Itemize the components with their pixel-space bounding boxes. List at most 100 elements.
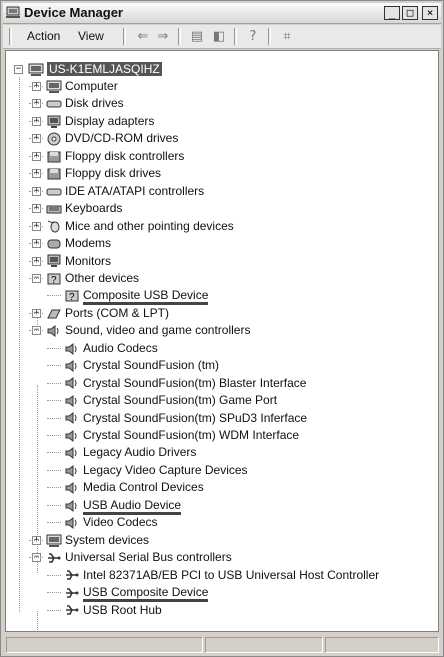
tree-line (29, 330, 43, 332)
tree-item-dvd-cd-rom-drives[interactable]: DVD/CD-ROM drives (46, 130, 178, 147)
tree-item-modems[interactable]: Modems (46, 235, 111, 252)
status-cell-1 (6, 637, 203, 653)
tree-item-usb-root-hub-label: USB Root Hub (83, 602, 162, 617)
tree-line (29, 260, 43, 262)
port-icon (46, 307, 62, 321)
menu-action[interactable]: Action (27, 29, 60, 43)
tree-item-legacy-audio-drivers[interactable]: Legacy Audio Drivers (64, 444, 196, 461)
tree-item-legacy-video-capture-devices[interactable]: Legacy Video Capture Devices (64, 462, 248, 479)
root-collapse-toggle[interactable]: − (14, 65, 23, 74)
tree-item-floppy-disk-drives-label: Floppy disk drives (65, 166, 162, 181)
tree-item-keyboards[interactable]: Keyboards (46, 200, 122, 217)
tree-item-computer-label: Computer (65, 79, 118, 93)
tree-item-video-codecs[interactable]: Video Codecs (64, 514, 158, 531)
tree-item-crystal-soundfusion-tm-blaster-interface[interactable]: Crystal SoundFusion(tm) Blaster Interfac… (64, 375, 306, 392)
tree-item-sound[interactable]: Sound, video and game controllers (46, 322, 250, 339)
speaker-icon (64, 342, 80, 356)
speaker-icon (46, 324, 62, 338)
tree-item-composite-usb-device[interactable]: ? Composite USB Device (64, 287, 209, 306)
tree-item-crystal-soundfusion-tm-spud3-inferface[interactable]: Crystal SoundFusion(tm) SPuD3 Inferface (64, 410, 307, 427)
tree-item-floppy-disk-controllers[interactable]: Floppy disk controllers (46, 148, 184, 165)
window-title: Device Manager (24, 5, 123, 20)
dvd-icon (46, 132, 62, 146)
computer-icon (46, 534, 62, 548)
tree-item-composite-usb-device-label: Composite USB Device (83, 288, 209, 306)
tree-item-media-control-devices[interactable]: Media Control Devices (64, 479, 204, 496)
tree-line (19, 77, 20, 612)
usb-icon (64, 586, 80, 600)
tree-item-dvd-cd-rom-drives-label: DVD/CD-ROM drives (65, 131, 179, 146)
speaker-icon (64, 411, 80, 425)
question-icon: ? (46, 272, 62, 286)
tree-item-ports-label: Ports (COM & LPT) (65, 305, 170, 320)
tree-line (29, 539, 43, 541)
usb-icon (64, 603, 80, 617)
tree-item-ide-ata-atapi-controllers[interactable]: IDE ATA/ATAPI controllers (46, 183, 204, 200)
speaker-icon (64, 446, 80, 460)
usb-icon (46, 551, 62, 565)
tree-item-display-adapters[interactable]: Display adapters (46, 113, 154, 130)
maximize-button[interactable]: □ (402, 6, 418, 20)
speaker-icon (64, 394, 80, 408)
tree-item-intel-82371ab-eb-pci-to-usb-universal-host-controller-label: Intel 82371AB/EB PCI to USB Universal Ho… (83, 567, 380, 582)
tree-item-keyboards-label: Keyboards (65, 201, 123, 216)
back-icon[interactable]: ⇐ (134, 28, 152, 45)
tree-item-sound-label: Sound, video and game controllers (65, 323, 251, 338)
close-button[interactable]: × (422, 6, 438, 20)
tree-item-legacy-video-capture-devices-label: Legacy Video Capture Devices (83, 462, 248, 477)
tree-item-crystal-soundfusion-tm-[interactable]: Crystal SoundFusion (tm) (64, 357, 219, 374)
tree-line (29, 277, 43, 279)
tree-item-audio-codecs-label: Audio Codecs (83, 340, 158, 355)
status-bar (3, 636, 441, 654)
tree-item-usb-audio-device[interactable]: USB Audio Device (64, 497, 182, 515)
tree-item-crystal-soundfusion-tm-spud3-inferface-label: Crystal SoundFusion(tm) SPuD3 Inferface (83, 410, 308, 425)
tree-line (29, 190, 43, 192)
tree-line (37, 611, 38, 631)
tree-root[interactable]: US-K1EMLJASQIHZ (28, 61, 162, 78)
properties-icon[interactable]: ▤ (188, 28, 206, 45)
forward-icon[interactable]: ⇒ (154, 28, 172, 45)
tree-item-other-devices[interactable]: ? Other devices (46, 270, 139, 287)
tree-line (47, 504, 61, 506)
toolbar-separator (123, 28, 126, 45)
tree-item-crystal-soundfusion-tm-wdm-interface[interactable]: Crystal SoundFusion(tm) WDM Interface (64, 427, 299, 444)
tree-line (29, 225, 43, 227)
tree-item-ports[interactable]: Ports (COM & LPT) (46, 305, 169, 322)
mouse-icon (46, 219, 62, 233)
ide-icon (46, 185, 62, 199)
tree-item-usb-composite-device[interactable]: USB Composite Device (64, 584, 209, 603)
keyboard-icon (46, 202, 62, 216)
tree-line (29, 120, 43, 122)
computer-icon (46, 80, 62, 94)
tree-item-mice-and-other-pointing-devices[interactable]: Mice and other pointing devices (46, 218, 234, 235)
tree-line (47, 609, 61, 611)
minimize-button[interactable]: _ (384, 6, 400, 20)
tree-item-ide-ata-atapi-controllers-label: IDE ATA/ATAPI controllers (65, 183, 205, 198)
tree-item-computer[interactable]: Computer (46, 78, 118, 95)
scan-icon[interactable]: ⌗ (278, 28, 296, 45)
tree-item-usb-root-hub[interactable]: USB Root Hub (64, 602, 162, 619)
menu-view[interactable]: View (78, 29, 104, 43)
speaker-icon (64, 481, 80, 495)
svg-text:?: ? (69, 292, 75, 303)
help-icon[interactable]: ? (244, 28, 262, 45)
tree-item-system-devices-label: System devices (65, 532, 150, 547)
tree-line (47, 469, 61, 471)
monitor-icon (46, 254, 62, 268)
tree-item-disk-drives[interactable]: Disk drives (46, 95, 124, 112)
tree-item-video-codecs-label: Video Codecs (83, 515, 158, 530)
tree-item-monitors-label: Monitors (65, 253, 112, 268)
tree-item-system-devices[interactable]: System devices (46, 532, 149, 549)
tree-line (29, 138, 43, 140)
tree-item-audio-codecs[interactable]: Audio Codecs (64, 340, 158, 357)
speaker-icon (64, 464, 80, 478)
tree-line (29, 155, 43, 157)
tree-item-usb-controllers[interactable]: Universal Serial Bus controllers (46, 549, 232, 566)
tree-line (29, 243, 43, 245)
tree-item-floppy-disk-drives[interactable]: Floppy disk drives (46, 165, 161, 182)
menu-bar: Action View ⇐ ⇒ ▤ ◧ ? ⌗ (3, 25, 441, 49)
tree-item-intel-82371ab-eb-pci-to-usb-universal-host-controller[interactable]: Intel 82371AB/EB PCI to USB Universal Ho… (64, 567, 379, 584)
view-icon[interactable]: ◧ (210, 28, 228, 45)
tree-item-monitors[interactable]: Monitors (46, 253, 111, 270)
tree-item-crystal-soundfusion-tm-game-port[interactable]: Crystal SoundFusion(tm) Game Port (64, 392, 277, 409)
